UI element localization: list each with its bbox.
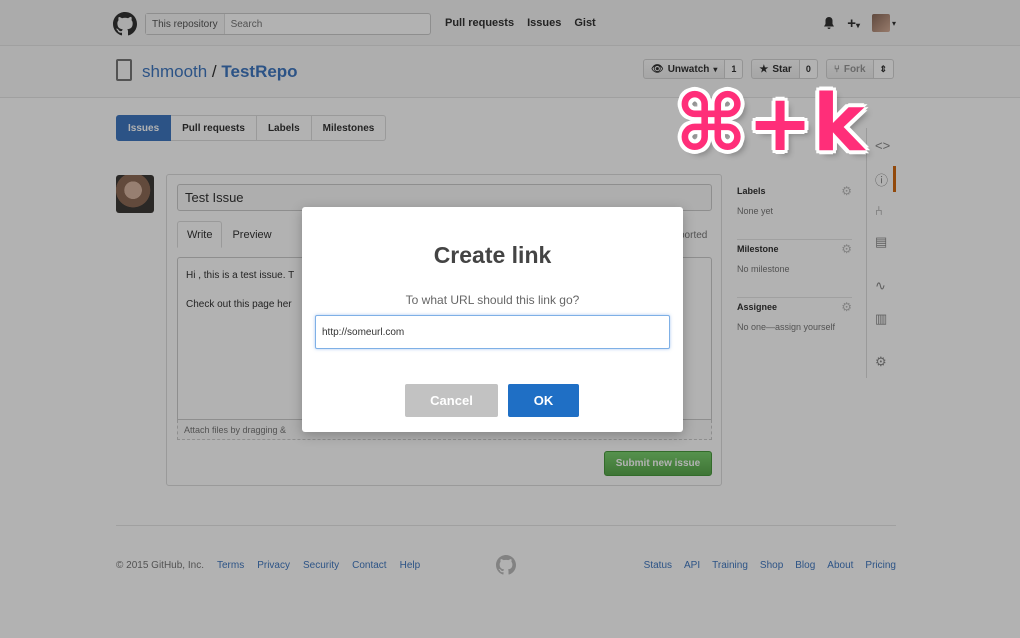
- cancel-button[interactable]: Cancel: [405, 384, 498, 417]
- keyboard-shortcut-badge: ⌘+k: [675, 79, 865, 169]
- create-link-dialog: Create link To what URL should this link…: [302, 207, 683, 432]
- url-input[interactable]: [315, 315, 670, 349]
- dialog-prompt: To what URL should this link go?: [405, 293, 580, 307]
- dialog-title: Create link: [433, 242, 552, 268]
- ok-button[interactable]: OK: [508, 384, 579, 417]
